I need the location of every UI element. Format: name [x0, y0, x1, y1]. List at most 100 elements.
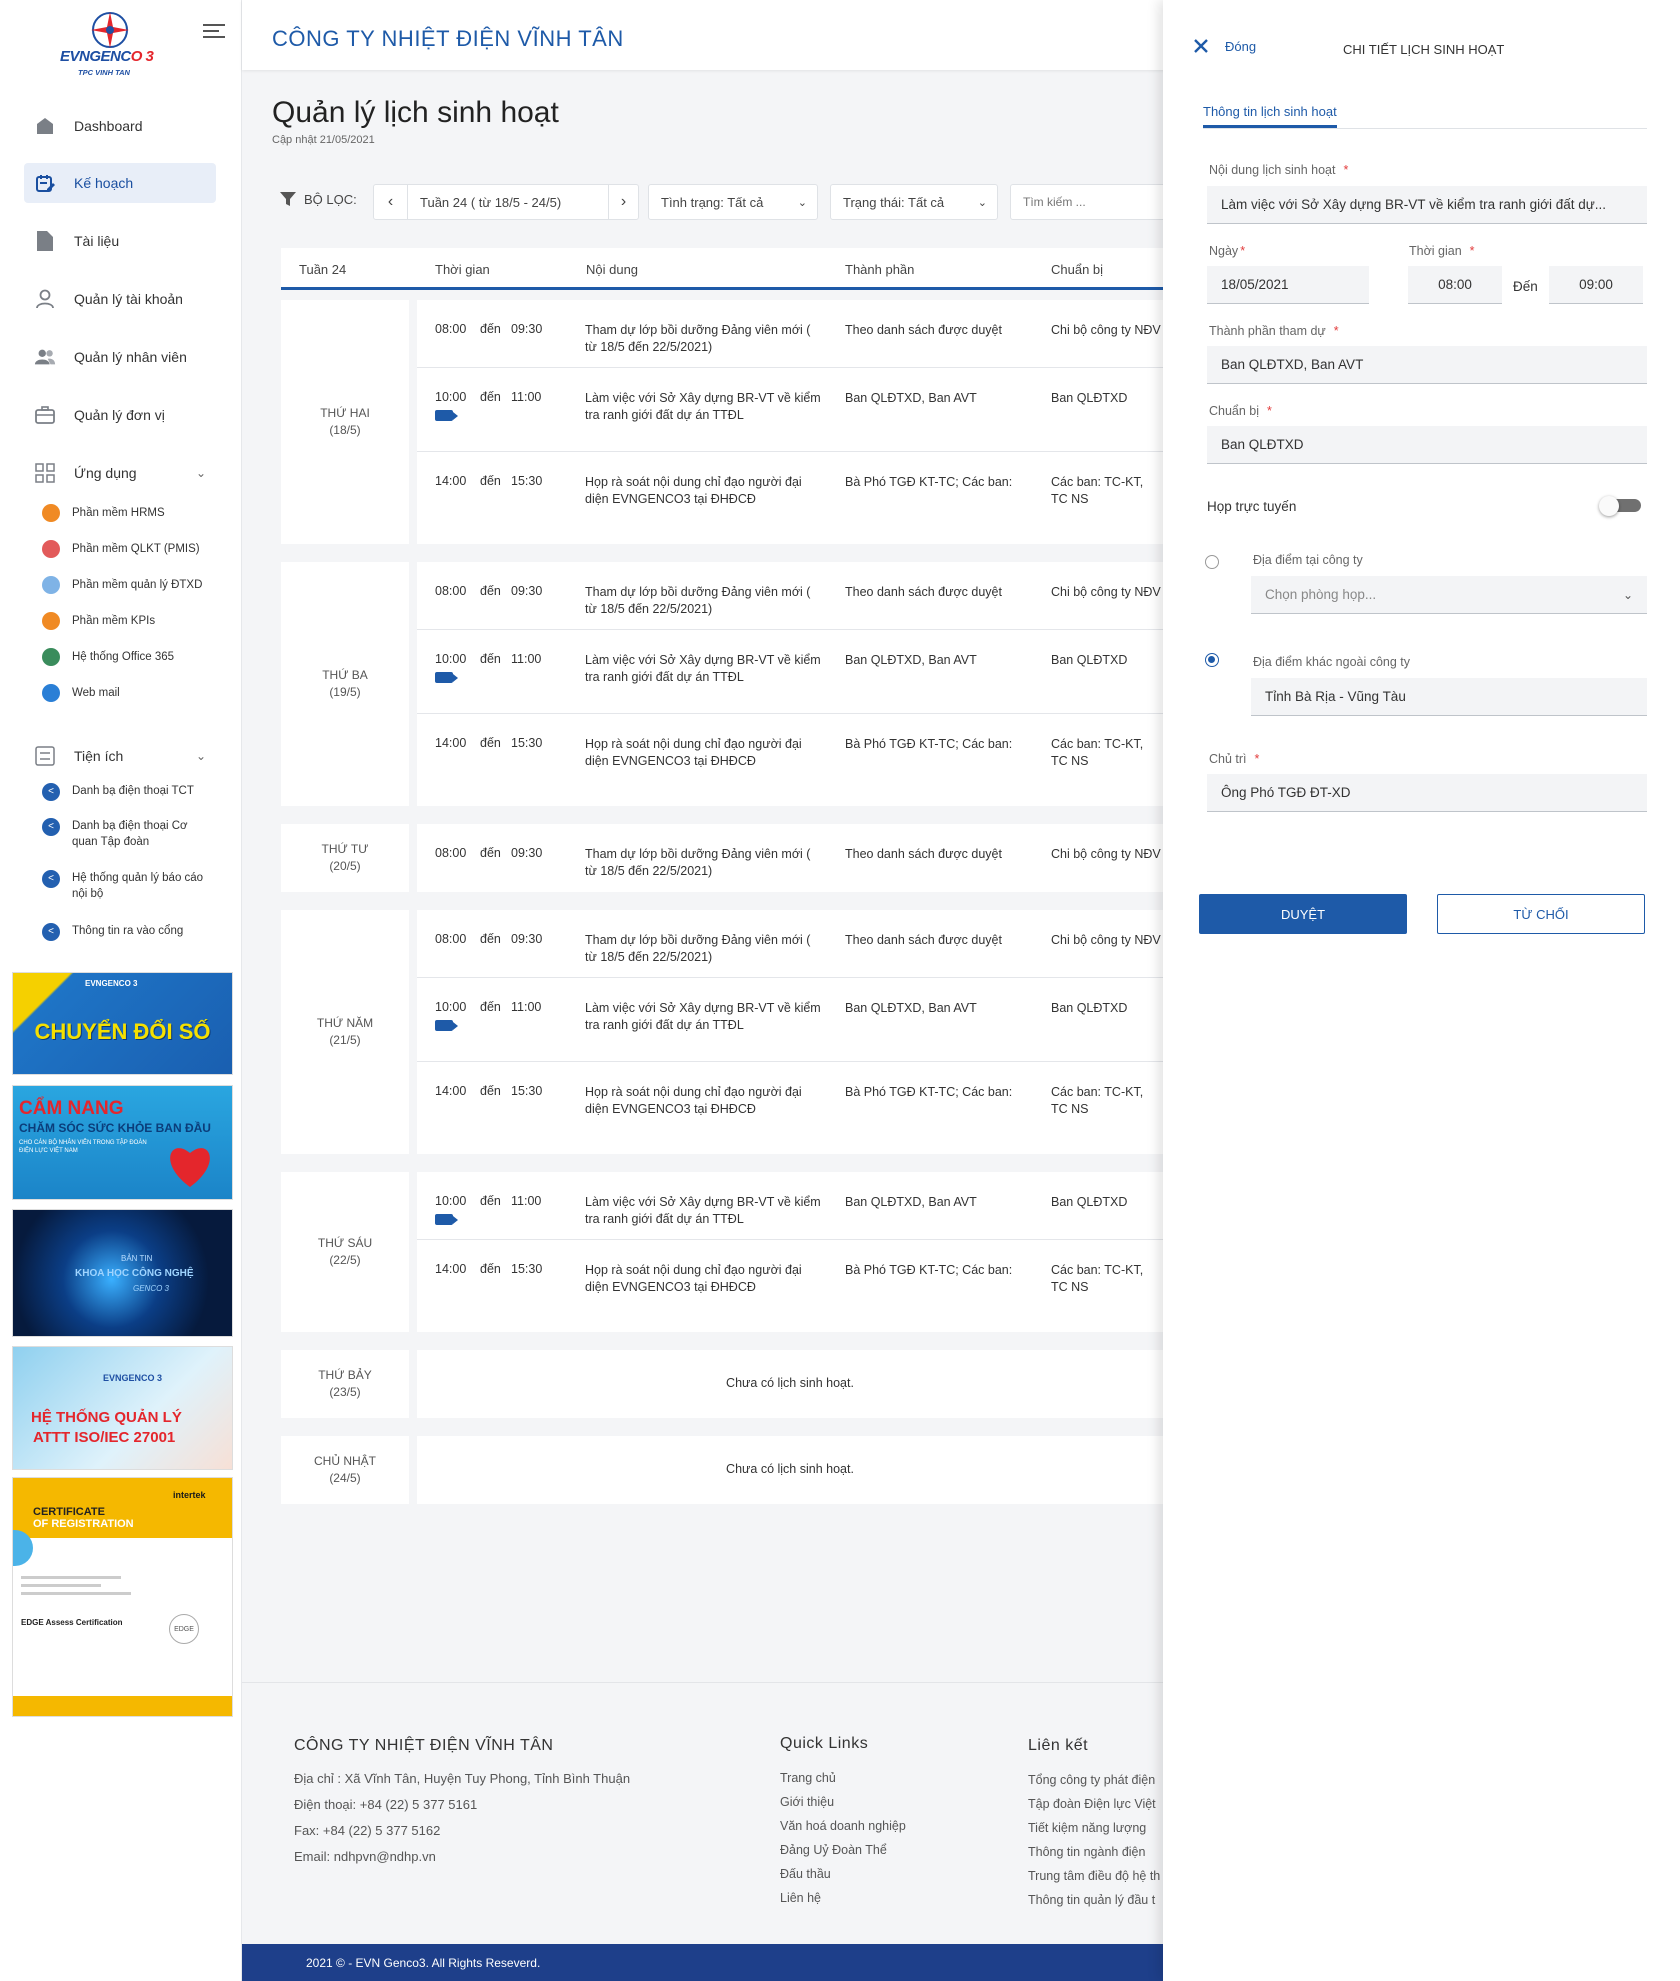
table-row[interactable]: 08:00 đến 09:30 Tham dự lớp bồi dưỡng Đảng … [417, 562, 1163, 630]
nav-quan-ly-tai-khoan[interactable]: Quản lý tài khoản [24, 279, 216, 319]
banner-subtitle: ATTT ISO/IEC 27001 [33, 1429, 176, 1446]
approve-button[interactable]: DUYỆT [1199, 894, 1407, 934]
footer-link[interactable]: Đảng Uỷ Đoàn Thể [780, 1843, 906, 1867]
external-link[interactable]: Tiết kiệm năng lượng [1028, 1821, 1164, 1845]
document-icon [34, 230, 56, 252]
util-danh-ba-tap-doan[interactable]: < Danh bạ điện thoại Cơ quan Tập đoàn [42, 818, 212, 850]
end-time: 15:30 [511, 1262, 543, 1276]
menu-toggle-icon[interactable] [203, 24, 225, 40]
nav-dashboard[interactable]: Dashboard [24, 106, 216, 146]
room-select[interactable]: Chọn phòng họp... ⌄ [1251, 576, 1647, 614]
banner-cam-nang[interactable]: CẨM NANG CHĂM SÓC SỨC KHỎE BAN ĐẦU CHO C… [12, 1085, 233, 1200]
to-word: đến [480, 1194, 501, 1208]
members-field[interactable]: Ban QLĐTXD, Ban AVT [1207, 346, 1647, 384]
status-dropdown[interactable]: Tình trạng: Tất cả ⌄ [648, 184, 818, 220]
start-time: 10:00 [435, 1194, 467, 1208]
date-field[interactable]: 18/05/2021 [1207, 266, 1369, 304]
tab-thong-tin[interactable]: Thông tin lịch sinh hoạt [1203, 104, 1337, 128]
prev-week-button[interactable]: ‹ [374, 185, 408, 219]
content-field[interactable]: Làm việc với Sở Xây dựng BR-VT về kiểm t… [1207, 186, 1647, 224]
banner-caption: CHO CÁN BỘ NHÂN VIÊN TRONG TẬP ĐOÀN ĐIỆN… [19, 1140, 147, 1154]
external-link[interactable]: Tập đoàn Điện lực Việt [1028, 1797, 1164, 1821]
loc-in-radio[interactable] [1205, 555, 1219, 569]
app-pmis[interactable]: Phần mềm QLKT (PMIS) [42, 536, 200, 562]
table-row[interactable]: 10:00 đến 11:00 Làm việc với Sở Xây dựng BR… [417, 630, 1163, 714]
event-content: Họp rà soát nội dung chỉ đạo người đại d… [585, 1085, 802, 1116]
external-link[interactable]: Thông tin ngành điện [1028, 1845, 1164, 1869]
to-word: đến [480, 1084, 501, 1098]
app-hrms[interactable]: Phần mềm HRMS [42, 500, 165, 526]
event-content: Tham dự lớp bồi dưỡng Đảng viên mới ( từ… [585, 847, 811, 878]
banner-chuyen-doi-so[interactable]: EVNGENCO 3 CHUYỂN ĐỔI SỐ [12, 972, 233, 1075]
app-kpis[interactable]: Phần mềm KPIs [42, 608, 155, 634]
nav-tai-lieu[interactable]: Tài liệu [24, 221, 216, 261]
search-input[interactable] [1010, 184, 1170, 220]
table-row[interactable]: 14:00 đến 15:30 Họp rà soát nội dung chỉ đạ… [417, 1062, 1163, 1146]
nav-ke-hoach[interactable]: Kế hoạch [24, 163, 216, 203]
util-danh-ba-tct[interactable]: < Danh bạ điện thoại TCT [42, 783, 212, 801]
briefcase-icon [34, 404, 56, 426]
prep-field[interactable]: Ban QLĐTXD [1207, 426, 1647, 464]
banner-iso-27001[interactable]: EVNGENCO 3 HỆ THỐNG QUẢN LÝ ATTT ISO/IEC… [12, 1346, 233, 1470]
week-selector[interactable]: ‹ Tuần 24 ( từ 18/5 - 24/5) › [373, 184, 639, 220]
host-field[interactable]: Ông Phó TGĐ ĐT-XD [1207, 774, 1647, 812]
start-time: 14:00 [435, 474, 467, 488]
util-bao-cao[interactable]: < Hệ thống quản lý báo cáo nội bộ [42, 870, 212, 902]
app-dtxd[interactable]: Phần mềm quản lý ĐTXD [42, 572, 202, 598]
time-start-field[interactable]: 08:00 [1408, 266, 1502, 304]
evngenco3-logo[interactable]: EVNGENCO 3 TPC VINH TAN [50, 8, 170, 84]
loc-out-field[interactable]: Tỉnh Bà Rịa - Vũng Tàu [1251, 678, 1647, 716]
nav-tien-ich[interactable]: Tiện ích ⌄ [24, 736, 216, 776]
nav-quan-ly-nhan-vien[interactable]: Quản lý nhân viên [24, 337, 216, 377]
nav-ung-dung[interactable]: Ứng dụng ⌄ [24, 453, 216, 493]
state-dropdown[interactable]: Trạng thái: Tất cả ⌄ [830, 184, 998, 220]
day-name: THỨ NĂM [316, 1016, 374, 1030]
chevron-down-icon: ⌄ [977, 196, 987, 209]
time-end-field[interactable]: 09:00 [1549, 266, 1643, 304]
footer-link[interactable]: Văn hoá doanh nghiệp [780, 1819, 906, 1843]
loc-out-radio[interactable] [1205, 653, 1219, 667]
nav-label: Quản lý nhân viên [74, 349, 187, 365]
links-title: Liên kết [1028, 1737, 1089, 1754]
external-link[interactable]: Thông tin quản lý đầu t [1028, 1893, 1164, 1917]
table-row[interactable]: 10:00 đến 11:00 Làm việc với Sở Xây dựng BR… [417, 368, 1163, 452]
table-row[interactable]: 10:00 đến 11:00 Làm việc với Sở Xây dựng BR… [417, 1172, 1163, 1240]
banner-khoa-hoc[interactable]: BẢN TIN KHOA HỌC CÔNG NGHỆ GENCO 3 [12, 1209, 233, 1337]
reject-button[interactable]: TỪ CHỐI [1437, 894, 1645, 934]
footer-link[interactable]: Giới thiệu [780, 1795, 906, 1819]
start-time: 10:00 [435, 390, 467, 404]
table-row[interactable]: 14:00 đến 15:30 Họp rà soát nội dung chỉ đạ… [417, 1240, 1163, 1324]
day-events: 10:00 đến 11:00 Làm việc với Sở Xây dựng BR… [417, 1172, 1163, 1332]
table-row[interactable]: 10:00 đến 11:00 Làm việc với Sở Xây dựng BR… [417, 978, 1163, 1062]
nav-quan-ly-don-vi[interactable]: Quản lý đơn vị [24, 395, 216, 435]
footer-link[interactable]: Đấu thầu [780, 1867, 906, 1891]
external-link[interactable]: Tổng công ty phát điện [1028, 1773, 1164, 1797]
share-icon: < [42, 818, 60, 836]
heart-icon [170, 1148, 210, 1187]
event-prep: Chi bộ công ty NĐV [1051, 847, 1161, 861]
event-members: Bà Phó TGĐ KT-TC; Các ban: [845, 1263, 1013, 1277]
office365-icon [42, 648, 60, 666]
table-row[interactable]: 14:00 đến 15:30 Họp rà soát nội dung chỉ đạ… [417, 452, 1163, 536]
table-row[interactable]: 08:00 đến 09:30 Tham dự lớp bồi dưỡng Đảng … [417, 824, 1163, 892]
day-events: 08:00 đến 09:30 Tham dự lớp bồi dưỡng Đảng … [417, 910, 1163, 1154]
app-office365[interactable]: Hệ thống Office 365 [42, 644, 174, 670]
app-webmail[interactable]: Web mail [42, 680, 120, 706]
close-button[interactable]: Đóng [1193, 38, 1256, 54]
external-link[interactable]: Trung tâm điều độ hệ th [1028, 1869, 1164, 1893]
util-ra-vao-cong[interactable]: < Thông tin ra vào cổng [42, 923, 212, 941]
chevron-down-icon: ⌄ [195, 466, 206, 480]
online-meeting-toggle[interactable] [1599, 496, 1645, 516]
day-label: THỨ TƯ (20/5) [281, 824, 409, 892]
host-label: Chủ trì * [1209, 752, 1260, 766]
footer-link[interactable]: Liên hệ [780, 1891, 906, 1915]
end-time: 15:30 [511, 474, 543, 488]
footer-link[interactable]: Trang chủ [780, 1771, 906, 1795]
table-row[interactable]: 14:00 đến 15:30 Họp rà soát nội dung chỉ đạ… [417, 714, 1163, 798]
table-row[interactable]: 08:00 đến 09:30 Tham dự lớp bồi dưỡng Đảng … [417, 910, 1163, 978]
event-content: Làm việc với Sở Xây dựng BR-VT về kiểm t… [585, 391, 821, 422]
banner-certificate[interactable]: intertek CERTIFICATE OF REGISTRATION EDG… [12, 1477, 233, 1717]
table-row[interactable]: 08:00 đến 09:30 Tham dự lớp bồi dưỡng Đảng … [417, 300, 1163, 368]
next-week-button[interactable]: › [608, 185, 638, 219]
banner-brand: EVNGENCO 3 [103, 1373, 163, 1383]
